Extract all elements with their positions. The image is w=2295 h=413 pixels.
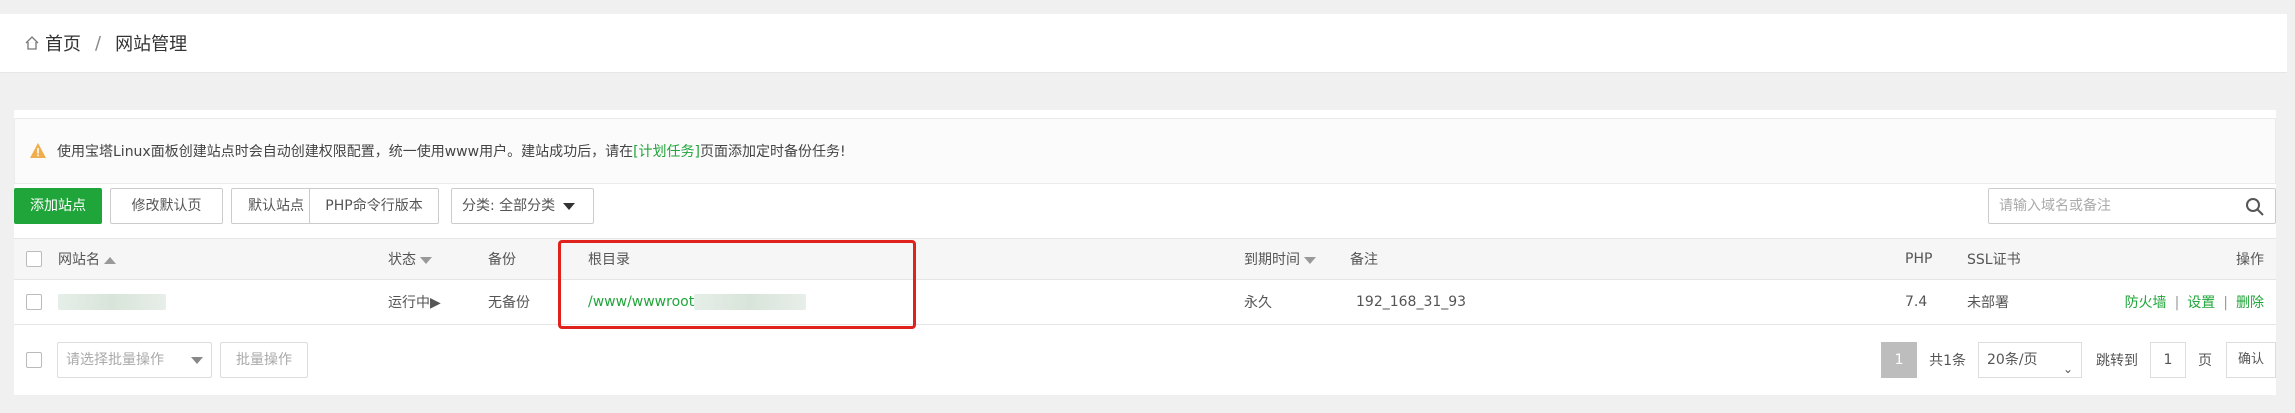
sort-desc-icon	[420, 256, 432, 264]
breadcrumb: 首页 / 网站管理	[0, 30, 187, 56]
row-expire[interactable]: 永久	[1244, 279, 1350, 325]
search-icon[interactable]	[2245, 197, 2265, 217]
header-status[interactable]: 状态	[388, 238, 488, 280]
batch-operation-button[interactable]: 批量操作	[220, 342, 308, 378]
row-remark[interactable]: 192_168_31_93	[1350, 279, 1905, 325]
notice-banner: 使用宝塔Linux面板创建站点时会自动创建权限配置，统一使用www用户。建站成功…	[14, 118, 2276, 184]
firewall-link[interactable]: 防火墙	[2125, 295, 2167, 311]
select-all-checkbox[interactable]	[26, 251, 42, 267]
row-ssl[interactable]: 未部署	[1967, 279, 2097, 325]
warning-icon	[30, 143, 46, 158]
header-actions: 操作	[2097, 238, 2276, 280]
row-php[interactable]: 7.4	[1905, 279, 1967, 325]
batch-operation-placeholder: 请选择批量操作	[66, 352, 164, 368]
site-table: 网站名 状态 备份 根目录 到期时间 备注 PHP SSL证书 操作 运行中▶ …	[14, 238, 2276, 325]
row-actions: 防火墙 | 设置 | 删除	[2097, 279, 2276, 325]
notice-text-before: 使用宝塔Linux面板创建站点时会自动创建权限配置，统一使用www用户。建站成功…	[57, 144, 634, 160]
settings-link[interactable]: 设置	[2187, 295, 2215, 311]
modify-default-page-button[interactable]: 修改默认页	[110, 188, 223, 224]
header-ssl: SSL证书	[1967, 238, 2097, 280]
confirm-button[interactable]: 确认	[2226, 342, 2276, 378]
sort-asc-icon	[104, 256, 116, 264]
notice-text-after: 页面添加定时备份任务!	[700, 144, 846, 160]
home-icon[interactable]	[24, 35, 40, 51]
header-remark: 备注	[1350, 238, 1905, 280]
cron-task-link[interactable]: [计划任务]	[633, 141, 700, 161]
site-name-redacted[interactable]	[58, 294, 166, 310]
total-count: 共1条	[1929, 353, 1966, 369]
chevron-down-icon	[191, 357, 203, 364]
header-php: PHP	[1905, 238, 1967, 280]
highlight-box	[558, 240, 916, 329]
category-select-value: 分类: 全部分类	[462, 198, 556, 214]
add-site-button[interactable]: 添加站点	[14, 188, 102, 224]
page-size-value: 20条/页	[1987, 352, 2038, 368]
divider: |	[2223, 295, 2228, 311]
divider: |	[2174, 295, 2180, 311]
footer-select-all-checkbox[interactable]	[26, 352, 42, 368]
batch-operation-select[interactable]: 请选择批量操作	[57, 342, 212, 378]
default-site-button[interactable]: 默认站点	[231, 188, 321, 224]
row-checkbox[interactable]	[26, 294, 42, 310]
table-header-row: 网站名 状态 备份 根目录 到期时间 备注 PHP SSL证书 操作	[14, 238, 2276, 280]
header-expire[interactable]: 到期时间	[1244, 238, 1350, 280]
table-row: 运行中▶ 无备份 /www/wwwroot 永久 192_168_31_93 7…	[14, 279, 2276, 325]
page-unit: 页	[2198, 353, 2212, 369]
header-site-name[interactable]: 网站名	[58, 238, 388, 280]
category-select[interactable]: 分类: 全部分类	[451, 188, 594, 224]
chevron-down-icon: ⌄	[2062, 362, 2073, 376]
search-box	[1988, 188, 2276, 224]
chevron-down-icon	[563, 202, 576, 210]
current-page[interactable]: 1	[1881, 342, 1918, 378]
jump-page-input[interactable]: 1	[2150, 342, 2186, 378]
pagination: 1 共1条 20条/页 ⌄ 跳转到 1 页 确认	[1881, 342, 2276, 378]
breadcrumb-separator: /	[95, 32, 102, 54]
row-status[interactable]: 运行中▶	[388, 279, 488, 325]
page-size-select[interactable]: 20条/页 ⌄	[1978, 342, 2082, 378]
delete-link[interactable]: 删除	[2236, 295, 2264, 311]
breadcrumb-current: 网站管理	[115, 34, 188, 55]
jump-label: 跳转到	[2096, 353, 2138, 369]
breadcrumb-home[interactable]: 首页	[45, 30, 81, 56]
top-bar: 首页 / 网站管理	[0, 14, 2287, 73]
search-input[interactable]	[1989, 190, 2241, 222]
site-management-panel: 使用宝塔Linux面板创建站点时会自动创建权限配置，统一使用www用户。建站成功…	[14, 110, 2276, 395]
toolbar: 添加站点 修改默认页 默认站点 PHP命令行版本 分类: 全部分类	[14, 188, 2276, 224]
sort-desc-icon	[1304, 256, 1316, 264]
php-cli-version-button[interactable]: PHP命令行版本	[309, 188, 439, 224]
table-footer: 请选择批量操作 批量操作 1 共1条 20条/页 ⌄ 跳转到 1 页 确认	[14, 342, 2276, 378]
